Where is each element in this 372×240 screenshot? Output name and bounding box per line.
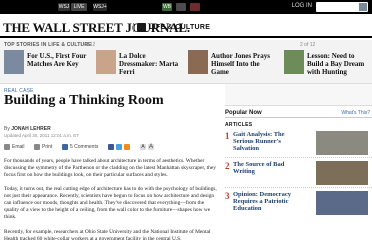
popular-rank: 1: [225, 131, 230, 141]
comments-label: 5 Comments: [70, 144, 99, 150]
author-link[interactable]: JONAH LEHRER: [11, 126, 50, 132]
print-icon: [34, 143, 40, 150]
story-title[interactable]: For U.S., First Four Matches Are Key: [27, 52, 91, 68]
wsj-plus-link[interactable]: WSJ+: [93, 3, 107, 11]
print-button[interactable]: Print: [34, 143, 52, 151]
network-site-link[interactable]: [190, 3, 200, 11]
top-stories-label: TOP STORIES IN LIFE & CULTURE: [4, 42, 92, 48]
top-story-tile[interactable]: Lesson: Need to Build a Bay Dream with H…: [284, 50, 370, 82]
popular-help-link[interactable]: What's This?: [341, 110, 370, 116]
email-icon: [4, 143, 10, 150]
story-title[interactable]: Author Jones Prays Himself Into the Game: [211, 52, 279, 76]
top-story-tile[interactable]: For U.S., First Four Matches Are Key: [4, 50, 92, 82]
popular-item[interactable]: 1 Gait Analysis: The Serious Runner's Sa…: [225, 130, 372, 158]
share-icon[interactable]: [124, 144, 130, 150]
section-icon: [137, 23, 146, 32]
global-nav-bar: WSJ LIVE WSJ+ WB LOG IN: [0, 0, 372, 14]
popular-rank: 2: [225, 161, 230, 171]
wsj-live-link[interactable]: LIVE: [71, 3, 87, 11]
masthead: THE WALL STREET JOURNAL. LIFE & CULTURE: [0, 14, 372, 38]
text-size-large-icon[interactable]: A: [148, 144, 154, 150]
search-icon[interactable]: [359, 3, 367, 11]
print-label: Print: [42, 144, 53, 150]
network-site-link[interactable]: WB: [162, 3, 172, 11]
section-title[interactable]: LIFE & CULTURE: [149, 24, 210, 31]
login-link[interactable]: LOG IN: [292, 3, 312, 9]
search-input[interactable]: [316, 2, 368, 12]
popular-thumbnail[interactable]: [316, 191, 368, 215]
story-thumbnail: [188, 50, 208, 74]
comment-icon: [62, 143, 68, 150]
story-thumbnail: [4, 50, 24, 74]
twitter-icon[interactable]: [116, 144, 122, 150]
article-paragraph: Today, it turns out, the real cutting ed…: [4, 186, 217, 220]
article-paragraph: Recently, for example, researchers at Oh…: [4, 229, 211, 240]
email-button[interactable]: Email: [4, 143, 25, 151]
popular-item[interactable]: 3 Opinion: Democracy Requires a Patrioti…: [225, 190, 372, 230]
popular-articles-label: ARTICLES: [225, 122, 253, 128]
right-sidebar: Popular Now What's This? ARTICLES 1 Gait…: [225, 84, 372, 240]
popular-item[interactable]: 2 The Source of Bad Writing: [225, 160, 372, 188]
popular-title[interactable]: The Source of Bad Writing: [233, 161, 305, 175]
byline: By JONAH LEHRER: [4, 126, 51, 132]
carousel-pager[interactable]: 1 of 12: [80, 42, 95, 48]
article-headline: Building a Thinking Room: [4, 93, 164, 108]
story-title[interactable]: La Dolce Dressmaker: Marta Ferri: [119, 52, 183, 76]
story-thumbnail: [284, 50, 304, 74]
popular-title[interactable]: Opinion: Democracy Requires a Patriotic …: [233, 191, 305, 212]
masthead-divider: [133, 23, 134, 32]
article-date: Updated April 30, 2011 12:01 a.m. ET: [4, 133, 79, 138]
popular-title[interactable]: Gait Analysis: The Serious Runner's Salv…: [233, 131, 305, 152]
wsj-home-link[interactable]: WSJ: [58, 3, 70, 11]
article-toolbar: Email Print 5 Comments A A: [4, 143, 214, 151]
popular-thumbnail[interactable]: [316, 131, 368, 155]
byline-prefix: By: [4, 126, 10, 132]
top-story-tile[interactable]: La Dolce Dressmaker: Marta Ferri: [96, 50, 184, 82]
story-title[interactable]: Lesson: Need to Build a Bay Dream with H…: [307, 52, 369, 76]
top-stories-strip: TOP STORIES IN LIFE & CULTURE 1 of 12 2 …: [0, 40, 372, 84]
carousel-pager[interactable]: 2 of 12: [300, 42, 315, 48]
popular-thumbnail[interactable]: [316, 161, 368, 185]
article-paragraph: For thousands of years, people have talk…: [4, 158, 216, 178]
popular-rank: 3: [225, 191, 230, 201]
story-thumbnail: [96, 50, 116, 74]
sidebar-ad[interactable]: [225, 84, 372, 106]
top-story-tile[interactable]: Author Jones Prays Himself Into the Game: [188, 50, 280, 82]
facebook-icon[interactable]: [108, 144, 114, 150]
email-label: Email: [12, 144, 25, 150]
comments-button[interactable]: 5 Comments: [62, 143, 98, 151]
text-size-small-icon[interactable]: A: [140, 144, 146, 150]
network-site-link[interactable]: [176, 3, 186, 11]
